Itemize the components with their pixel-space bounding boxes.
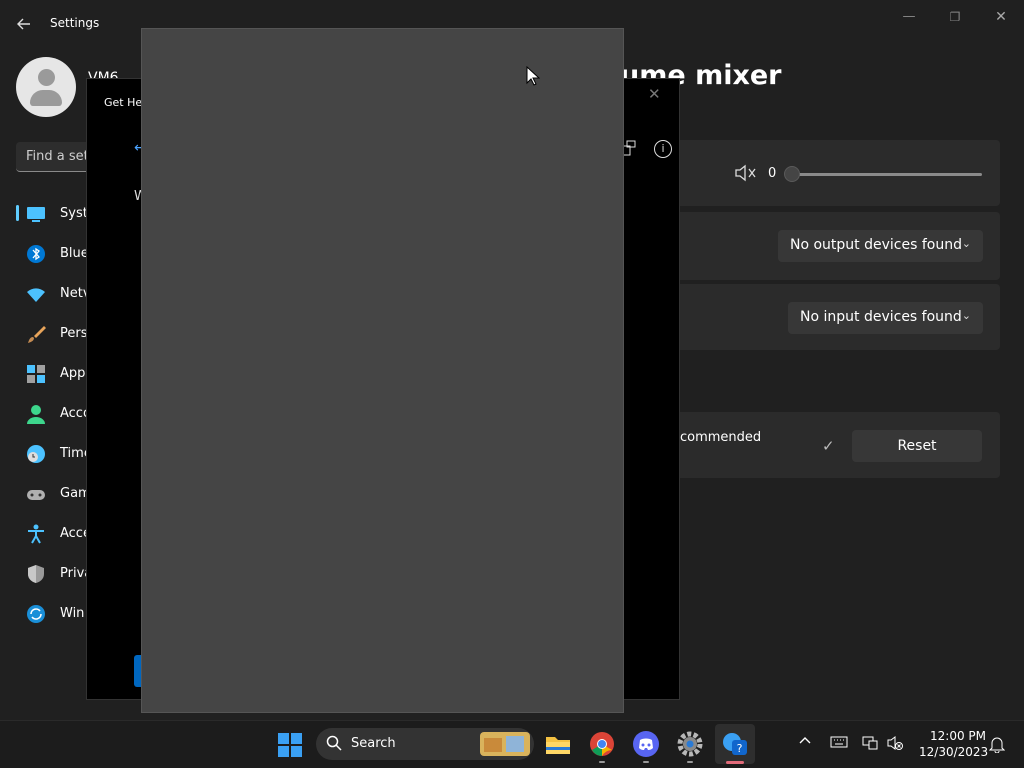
sidebar-item-label: Win	[60, 606, 85, 621]
input-device-dropdown[interactable]: No input devices found ⌄	[788, 302, 983, 334]
minimize-button[interactable]: —	[898, 6, 920, 28]
network-status-icon[interactable]	[861, 735, 879, 755]
brush-icon	[26, 324, 46, 344]
gaming-icon	[26, 484, 46, 504]
search-label: Search	[351, 736, 396, 751]
chevron-down-icon: ⌄	[961, 237, 971, 250]
apps-icon	[26, 364, 46, 384]
running-indicator	[643, 761, 649, 763]
app-title: Settings	[50, 16, 100, 30]
get-help-icon[interactable]: ?	[721, 730, 749, 758]
update-icon	[26, 604, 46, 624]
volume-mute-icon[interactable]	[734, 163, 758, 185]
reset-button[interactable]: Reset	[852, 430, 982, 462]
avatar[interactable]	[16, 57, 76, 117]
active-app-indicator	[726, 761, 744, 764]
close-icon[interactable]: ✕	[648, 85, 661, 103]
back-arrow-icon[interactable]	[14, 14, 34, 34]
output-device-label: No output devices found	[790, 237, 962, 253]
network-icon	[26, 284, 46, 304]
time-icon	[26, 444, 46, 464]
running-indicator	[599, 761, 605, 763]
search-icon	[326, 735, 342, 755]
privacy-icon	[26, 564, 46, 584]
sidebar-item-label: Pers	[60, 326, 88, 341]
info-icon[interactable]: i	[654, 140, 672, 158]
accounts-icon	[26, 404, 46, 424]
close-button[interactable]: ✕	[990, 6, 1012, 28]
blank-window[interactable]	[141, 28, 624, 713]
maximize-button[interactable]: ❐	[944, 6, 966, 28]
get-help-title: Get Hel	[104, 96, 146, 109]
tray-overflow-icon[interactable]	[798, 734, 812, 752]
sidebar-item-label: Blue	[60, 246, 89, 261]
reset-description: commended	[680, 430, 762, 445]
input-device-label: No input devices found	[800, 309, 962, 325]
discord-icon[interactable]	[632, 730, 660, 758]
svg-text:?: ?	[737, 742, 743, 755]
start-icon[interactable]	[278, 733, 302, 757]
avatar-head	[38, 69, 55, 86]
mouse-cursor-icon	[526, 65, 541, 86]
check-icon: ✓	[822, 437, 835, 455]
chevron-down-icon: ⌄	[961, 309, 971, 322]
output-device-dropdown[interactable]: No output devices found ⌄	[778, 230, 983, 262]
volume-slider-track[interactable]	[792, 173, 982, 176]
settings-icon[interactable]	[676, 730, 704, 758]
sidebar-item-label: App	[60, 366, 86, 381]
notification-bell-icon[interactable]	[988, 735, 1006, 757]
volume-slider-thumb[interactable]	[784, 166, 800, 182]
volume-status-icon[interactable]	[886, 735, 904, 755]
bluetooth-icon	[26, 244, 46, 264]
accessibility-icon	[26, 524, 46, 544]
keyboard-icon[interactable]	[830, 735, 848, 753]
system-icon	[26, 204, 46, 224]
file-explorer-icon[interactable]	[544, 730, 572, 758]
avatar-body	[30, 90, 62, 106]
clock-date[interactable]: 12/30/2023	[919, 745, 988, 759]
running-indicator	[687, 761, 693, 763]
search-highlight-icon[interactable]	[480, 732, 530, 756]
volume-value: 0	[768, 166, 777, 181]
chrome-icon[interactable]	[588, 730, 616, 758]
clock-time[interactable]: 12:00 PM	[930, 729, 986, 743]
